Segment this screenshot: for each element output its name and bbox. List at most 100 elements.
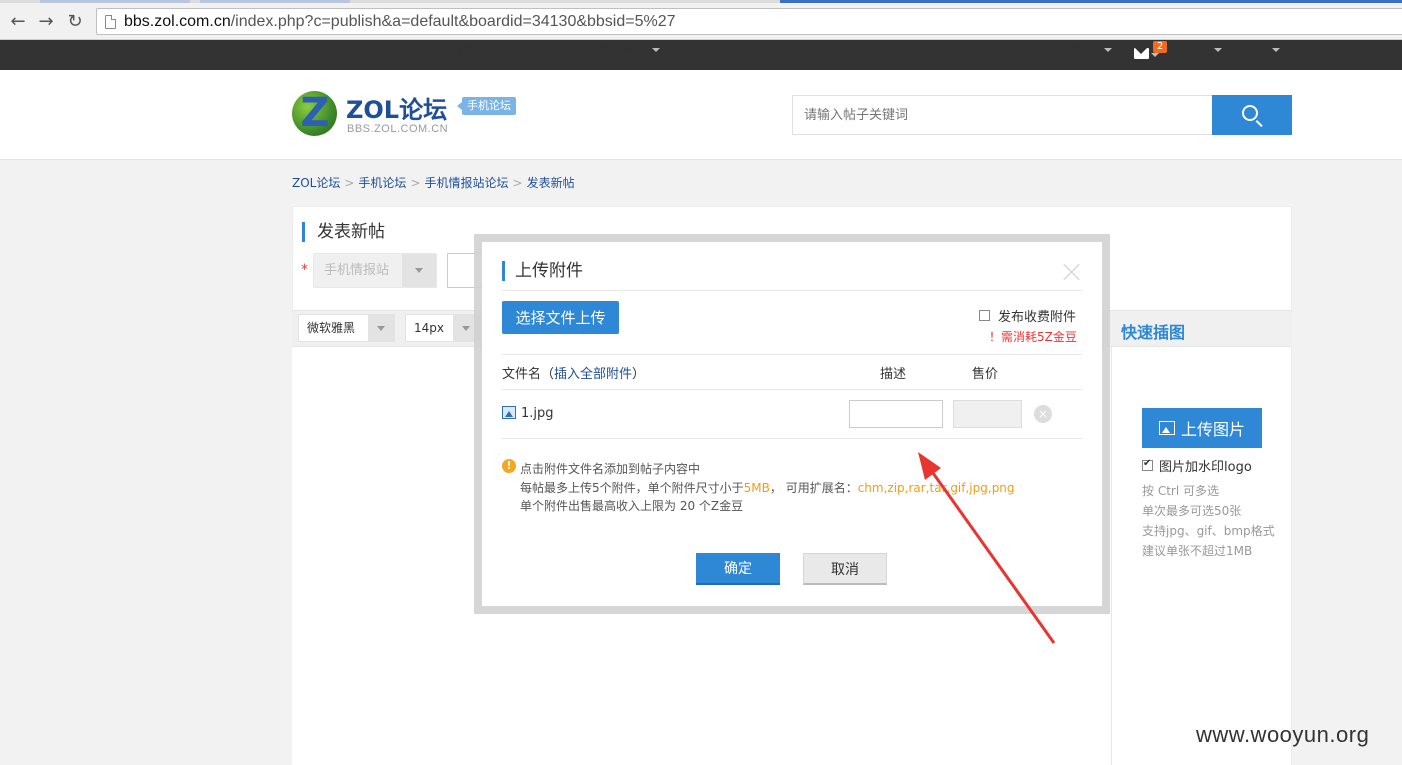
- upload-hint: 建议单张不超过1MB: [1142, 544, 1253, 558]
- url-text[interactable]: bbs.zol.com.cn/index.php?c=publish&a=def…: [124, 13, 676, 31]
- nav-more-forums-label: 更多论坛: [598, 42, 647, 56]
- url-path: /index.php?c=publish&a=default&boardid=3…: [230, 12, 676, 30]
- chevron-down-icon: [1272, 47, 1281, 52]
- logo-title[interactable]: ZOL论坛: [346, 90, 447, 125]
- image-icon: [1158, 421, 1175, 435]
- paid-attachment-checkbox[interactable]: [979, 310, 990, 321]
- breadcrumb-current[interactable]: 发表新帖: [527, 176, 575, 190]
- forward-arrow-icon[interactable]: →: [35, 10, 57, 32]
- page-icon: [105, 14, 116, 29]
- upload-hint: 支持jpg、gif、bmp格式: [1142, 524, 1275, 538]
- watermark-label: 图片加水印logo: [1159, 460, 1252, 475]
- my-forum-label: 我的论坛: [1050, 42, 1099, 56]
- upload-image-label: 上传图片: [1180, 420, 1245, 439]
- info-line: 单个附件出售最高收入上限为 20 个Z金豆: [520, 499, 744, 513]
- column-header-filename: 文件名（插入全部附件）: [502, 363, 645, 382]
- quick-insert-heading: 快速插图: [1121, 323, 1186, 342]
- column-header-price: 售价: [972, 367, 999, 382]
- nav-mall[interactable]: 中关村商城: [427, 40, 487, 70]
- reload-icon[interactable]: ↻: [64, 10, 86, 32]
- site-watermark: www.wooyun.org: [1196, 722, 1370, 747]
- warning-icon: !: [502, 459, 516, 473]
- breadcrumb-phone-forum[interactable]: 手机论坛: [358, 176, 406, 190]
- username-link[interactable]: qq_y126913p0pt6: [937, 40, 1046, 70]
- mail-icon[interactable]: [1134, 48, 1149, 59]
- info-line: 每帖最多上传5个附件，单个附件尺寸小于5MB， 可用扩展名：chm,zip,ra…: [520, 479, 1015, 496]
- upload-image-button[interactable]: 上传图片: [1142, 408, 1262, 448]
- divider: [502, 354, 1082, 355]
- breadcrumb-board[interactable]: 手机情报站论坛: [425, 176, 509, 190]
- nav-more-forums[interactable]: 更多论坛: [598, 40, 661, 70]
- address-bar[interactable]: bbs.zol.com.cn/index.php?c=publish&a=def…: [96, 8, 1402, 35]
- browser-tab[interactable]: [40, 0, 190, 3]
- allowed-extensions: chm,zip,rar,tar,gif,jpg,png: [857, 481, 1015, 495]
- attachment-description-input[interactable]: [849, 400, 943, 428]
- page-title: 发表新帖: [302, 222, 385, 242]
- nav-product-price[interactable]: 产品报价: [359, 40, 407, 70]
- browser-tab-active[interactable]: [780, 0, 1402, 3]
- mail-count-badge: 2: [1153, 41, 1167, 53]
- choose-file-button[interactable]: 选择文件上传: [502, 301, 619, 334]
- account-label: 账号: [1242, 42, 1267, 56]
- dialog-title: 上传附件: [502, 261, 583, 281]
- font-size-value: 14px: [414, 321, 444, 335]
- attachment-price-input[interactable]: [953, 400, 1022, 428]
- nav-zol-home[interactable]: ZOL首页: [292, 40, 340, 70]
- divider: [502, 389, 1082, 390]
- attachment-filename[interactable]: 1.jpg: [521, 406, 554, 421]
- remove-attachment-icon[interactable]: ×: [1034, 405, 1052, 423]
- font-size-select[interactable]: 14px: [405, 314, 480, 342]
- watermark-option[interactable]: 图片加水印logo: [1142, 456, 1252, 475]
- insert-all-attachments-link[interactable]: 插入全部附件: [554, 367, 632, 382]
- zol-logo-letter: Z: [300, 90, 330, 136]
- nav-forum-help[interactable]: 论坛帮助: [681, 40, 729, 70]
- paid-attachment-note: ！需消耗5Z金豆: [989, 330, 1077, 344]
- required-mark: *: [301, 262, 308, 278]
- nav-forum-home[interactable]: ZOL论坛首页: [507, 40, 579, 70]
- follow-label: 关注: [1184, 42, 1209, 56]
- board-select-value: 手机情报站: [324, 263, 390, 278]
- account-menu[interactable]: 账号: [1242, 40, 1281, 70]
- breadcrumb-separator: >: [344, 176, 355, 190]
- filename-label: 文件名（: [502, 367, 555, 382]
- close-icon[interactable]: [1062, 262, 1082, 282]
- watermark-checkbox[interactable]: [1142, 458, 1153, 471]
- chevron-down-icon: [1104, 47, 1113, 52]
- search-button[interactable]: [1212, 95, 1292, 135]
- forum-tag[interactable]: 手机论坛: [457, 97, 516, 115]
- search-input[interactable]: [792, 95, 1212, 135]
- logo-subtitle: BBS.ZOL.COM.CN: [347, 123, 449, 135]
- chevron-down-icon: [368, 315, 394, 341]
- back-arrow-icon[interactable]: ←: [7, 10, 29, 32]
- font-family-select[interactable]: 微软雅黑: [298, 314, 395, 342]
- browser-tab-strip: [0, 0, 1402, 3]
- chevron-down-icon: [1214, 47, 1223, 52]
- url-host: bbs.zol.com.cn: [124, 12, 231, 30]
- breadcrumb-separator: >: [512, 176, 523, 190]
- paid-attachment-option[interactable]: 发布收费附件: [979, 306, 1076, 325]
- max-size: 5MB: [743, 481, 770, 495]
- paid-attachment-label: 发布收费附件: [998, 310, 1077, 325]
- chevron-down-icon: [402, 254, 436, 287]
- image-file-icon: [502, 406, 516, 419]
- browser-tab[interactable]: [200, 0, 350, 3]
- cancel-button[interactable]: 取消: [803, 553, 887, 585]
- info-ext-label: ， 可用扩展名：: [769, 481, 858, 495]
- divider: [502, 438, 1082, 439]
- upload-hint: 按 Ctrl 可多选: [1142, 484, 1219, 498]
- breadcrumb-zol-forum[interactable]: ZOL论坛: [292, 176, 340, 190]
- column-header-description: 描述: [880, 367, 907, 382]
- confirm-button[interactable]: 确定: [696, 553, 780, 585]
- my-forum-menu[interactable]: 我的论坛: [1050, 40, 1113, 70]
- info-limit-text: 每帖最多上传5个附件，单个附件尺寸小于: [520, 481, 744, 495]
- upload-hint: 单次最多可选50张: [1142, 504, 1242, 518]
- chevron-down-icon[interactable]: [1151, 53, 1159, 57]
- filename-label-close: ）: [632, 367, 646, 382]
- board-select[interactable]: 手机情报站: [313, 253, 437, 288]
- follow-menu[interactable]: 关注: [1184, 40, 1223, 70]
- chevron-down-icon: [652, 47, 661, 52]
- divider: [502, 290, 1082, 291]
- font-family-value: 微软雅黑: [307, 321, 356, 335]
- search-icon: [1242, 105, 1258, 121]
- breadcrumb: ZOL论坛 > 手机论坛 > 手机情报站论坛 > 发表新帖: [292, 174, 575, 191]
